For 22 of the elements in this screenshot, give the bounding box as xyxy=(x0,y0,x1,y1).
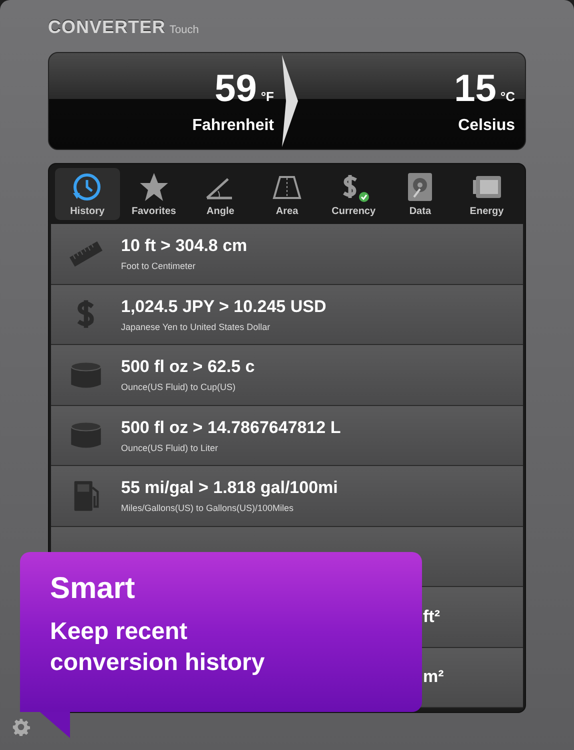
app-name-suffix: Touch xyxy=(170,24,199,36)
conversion-units: Japanese Yen to United States Dollar xyxy=(121,322,272,332)
conversion-units: Ounce(US Fluid) to Liter xyxy=(121,442,220,453)
conversion-result: 500 fl oz > 14.7867647812 L xyxy=(121,418,342,438)
value-text: 59 xyxy=(214,68,257,110)
conversion-units: Miles/Gallons(US) to Gallons(US)/100Miles xyxy=(121,503,295,514)
conversion-result: 500 fl oz > 62.5 c xyxy=(121,357,256,378)
callout-title: Smart xyxy=(50,572,136,606)
conversion-units: Foot to Centimeter xyxy=(121,261,197,272)
conversion-result: 1,024.5 JPY > 10.245 USD xyxy=(121,296,328,317)
value-text: 15 xyxy=(454,68,496,110)
conversion-result: m² xyxy=(423,667,445,688)
conversion-result: 55 mi/gal > 1.818 gal/100mi xyxy=(121,478,339,498)
conversion-units: Ounce(US Fluid) to Cup(US) xyxy=(121,382,237,392)
callout-text: Keep recent conversion history xyxy=(50,617,266,678)
conversion-result: ft² xyxy=(423,606,441,627)
app-name: CONVERTER xyxy=(48,17,166,38)
unit-label: °F xyxy=(260,88,274,104)
unit-label: °C xyxy=(500,88,515,104)
conversion-result: 10 ft > 304.8 cm xyxy=(121,236,248,256)
unit-name: Fahrenheit xyxy=(192,116,274,134)
unit-name: Celsius xyxy=(458,116,515,134)
